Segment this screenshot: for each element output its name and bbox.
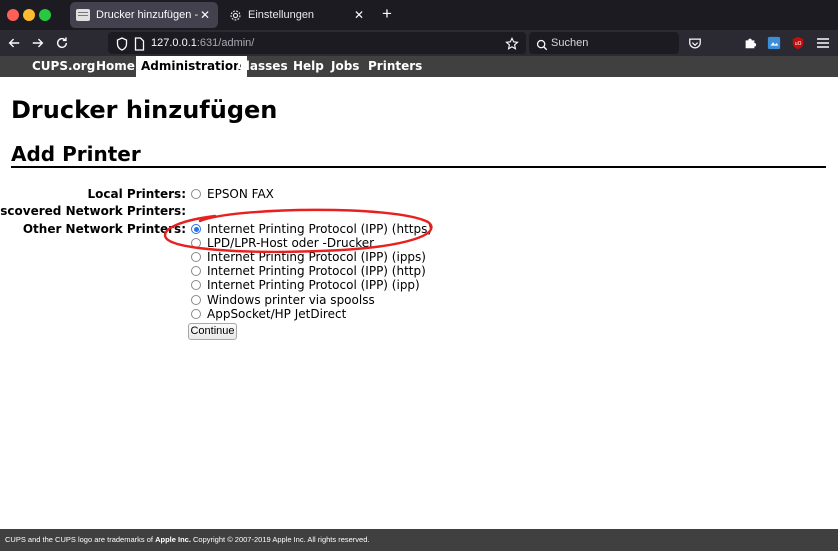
printer-option-label: Internet Printing Protocol (IPP) (ipp) bbox=[207, 278, 420, 292]
printer-option-label: AppSocket/HP JetDirect bbox=[207, 307, 347, 321]
url-text[interactable]: 127.0.0.1:631/admin/ bbox=[151, 36, 254, 50]
printer-option-label: EPSON FAX bbox=[207, 187, 274, 201]
nav-home[interactable]: Home bbox=[91, 56, 140, 77]
extension-icon[interactable] bbox=[741, 34, 759, 52]
radio-button[interactable] bbox=[191, 280, 201, 290]
printer-option-label: Windows printer via spoolss bbox=[207, 293, 375, 307]
tab-title: Drucker hinzufügen - CUPS 2.3 bbox=[96, 9, 198, 21]
printer-option-ipp-ipp[interactable]: Internet Printing Protocol (IPP) (ipp) bbox=[191, 278, 420, 292]
footer-company: Apple Inc. bbox=[155, 535, 191, 544]
window-close-button[interactable] bbox=[7, 9, 19, 21]
footer-suffix: Copyright © 2007-2019 Apple Inc. All rig… bbox=[190, 535, 370, 544]
radio-button[interactable] bbox=[191, 238, 201, 248]
radio-button-checked[interactable] bbox=[191, 224, 201, 234]
continue-button[interactable]: Continue bbox=[188, 323, 237, 340]
printer-option-label: Internet Printing Protocol (IPP) (ipps) bbox=[207, 250, 426, 264]
nav-help[interactable]: Help bbox=[288, 56, 329, 77]
radio-button[interactable] bbox=[191, 295, 201, 305]
nav-administration[interactable]: Administration bbox=[136, 56, 247, 77]
star-icon[interactable] bbox=[505, 36, 519, 55]
page-icon[interactable] bbox=[134, 36, 145, 55]
nav-classes[interactable]: Classes bbox=[232, 56, 293, 77]
footer-prefix: CUPS and the CUPS logo are trademarks of bbox=[5, 535, 156, 544]
cups-favicon-icon bbox=[76, 9, 90, 21]
ublock-icon[interactable]: uO bbox=[789, 34, 807, 52]
browser-toolbar: 127.0.0.1:631/admin/ Suchen uO bbox=[0, 30, 838, 56]
printer-option-ipp-http[interactable]: Internet Printing Protocol (IPP) (http) bbox=[191, 264, 426, 278]
tab-settings[interactable]: Einstellungen ✕ bbox=[222, 2, 372, 28]
browser-tab-strip: Drucker hinzufügen - CUPS 2.3 ✕ Einstell… bbox=[0, 0, 838, 30]
footer-text: CUPS and the CUPS logo are trademarks of… bbox=[5, 535, 369, 545]
cups-navigation: CUPS.org Home Administration Classes Hel… bbox=[0, 56, 838, 77]
printer-option-appsocket[interactable]: AppSocket/HP JetDirect bbox=[191, 307, 346, 321]
local-printers-label: Local Printers: bbox=[87, 187, 187, 201]
search-bar[interactable]: Suchen bbox=[529, 32, 679, 54]
other-printers-label: Other Network Printers: bbox=[22, 222, 186, 236]
reload-icon[interactable] bbox=[53, 34, 71, 52]
section-divider bbox=[11, 166, 826, 168]
gear-icon bbox=[228, 8, 242, 22]
search-placeholder: Suchen bbox=[551, 37, 589, 49]
back-arrow-icon[interactable] bbox=[5, 34, 23, 52]
printer-option-ipp-ipps[interactable]: Internet Printing Protocol (IPP) (ipps) bbox=[191, 250, 426, 264]
radio-button[interactable] bbox=[191, 189, 201, 199]
radio-button[interactable] bbox=[191, 309, 201, 319]
pocket-icon[interactable] bbox=[686, 34, 704, 52]
nav-jobs[interactable]: Jobs bbox=[326, 56, 364, 77]
printer-option-ipp-https[interactable]: Internet Printing Protocol (IPP) (https) bbox=[191, 222, 432, 236]
radio-button[interactable] bbox=[191, 252, 201, 262]
printer-option-spoolss[interactable]: Windows printer via spoolss bbox=[191, 293, 375, 307]
nav-cups-org[interactable]: CUPS.org bbox=[27, 56, 100, 77]
forward-arrow-icon[interactable] bbox=[29, 34, 47, 52]
nav-printers[interactable]: Printers bbox=[363, 56, 427, 77]
printer-option-label: Internet Printing Protocol (IPP) (https) bbox=[207, 222, 433, 236]
printer-option-label: Internet Printing Protocol (IPP) (http) bbox=[207, 264, 426, 278]
svg-text:uO: uO bbox=[795, 41, 802, 47]
page-footer: CUPS and the CUPS logo are trademarks of… bbox=[0, 529, 838, 551]
url-host: 127.0.0.1 bbox=[151, 37, 197, 49]
close-icon[interactable]: ✕ bbox=[352, 8, 366, 22]
tab-title: Einstellungen bbox=[248, 9, 315, 21]
discovered-printers-label: Discovered Network Printers: bbox=[0, 204, 186, 218]
page-title: Drucker hinzufügen bbox=[11, 96, 278, 124]
close-icon[interactable]: ✕ bbox=[198, 8, 212, 22]
tab-cups-add-printer[interactable]: Drucker hinzufügen - CUPS 2.3 ✕ bbox=[70, 2, 218, 28]
menu-icon[interactable] bbox=[814, 34, 832, 52]
search-icon bbox=[536, 36, 548, 55]
plus-icon[interactable]: + bbox=[378, 5, 396, 23]
window-minimize-button[interactable] bbox=[23, 9, 35, 21]
printer-option-lpd[interactable]: LPD/LPR-Host oder -Drucker bbox=[191, 236, 374, 250]
screenshot-icon[interactable] bbox=[765, 34, 783, 52]
url-path: :631/admin/ bbox=[196, 37, 255, 49]
radio-button[interactable] bbox=[191, 266, 201, 276]
section-title: Add Printer bbox=[11, 142, 141, 166]
printer-option-label: LPD/LPR-Host oder -Drucker bbox=[207, 236, 375, 250]
window-maximize-button[interactable] bbox=[39, 9, 51, 21]
url-bar[interactable]: 127.0.0.1:631/admin/ bbox=[108, 32, 526, 54]
shield-icon[interactable] bbox=[116, 36, 128, 55]
printer-option-epson-fax[interactable]: EPSON FAX bbox=[191, 187, 274, 201]
